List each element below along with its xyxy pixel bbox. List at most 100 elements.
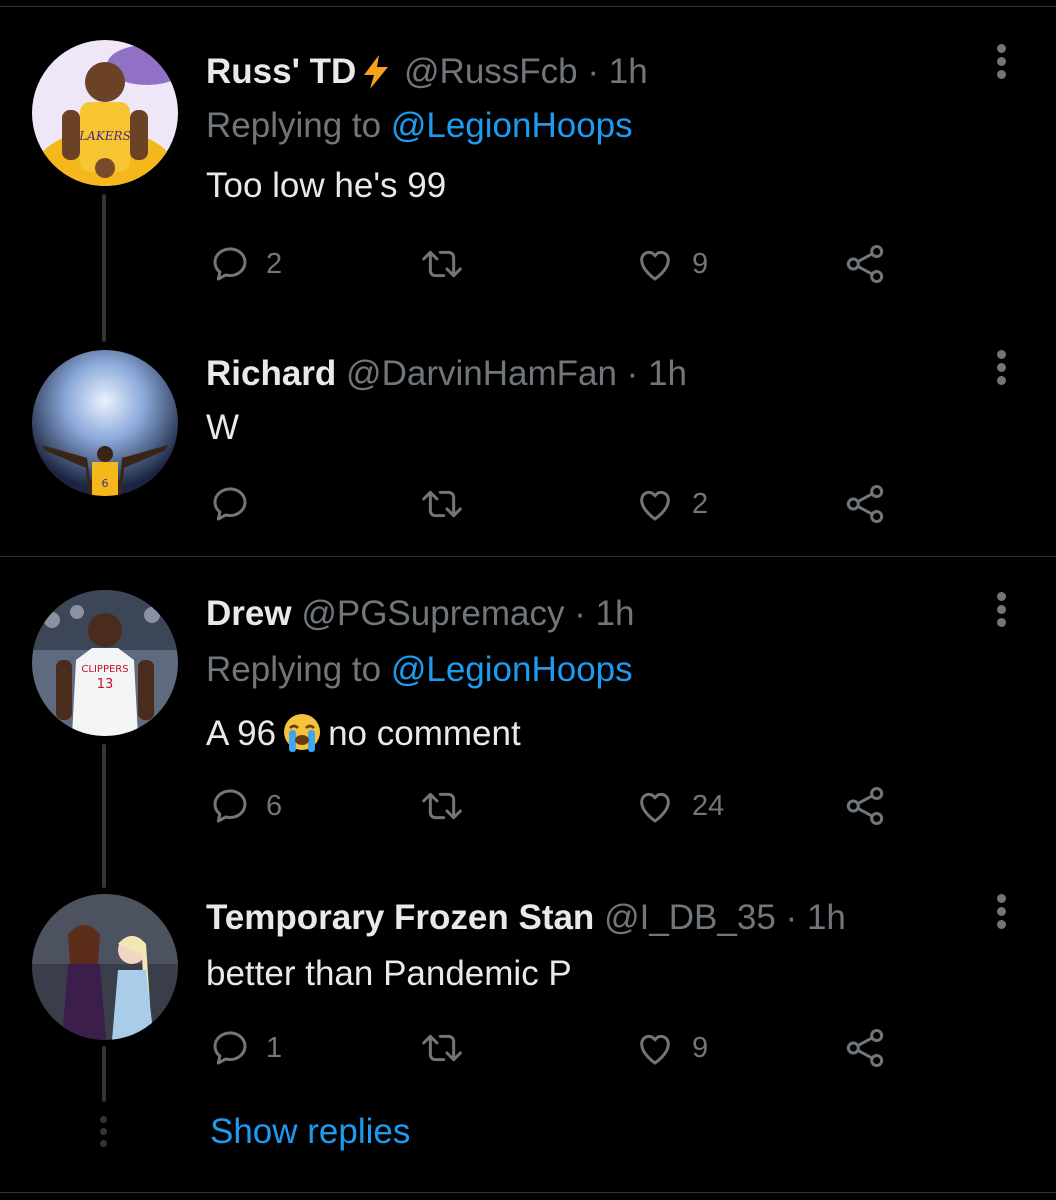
avatar-image-clippers: CLIPPERS 13 (32, 590, 178, 736)
tweet-header: Temporary Frozen Stan @I_DB_35 · 1h (206, 898, 846, 938)
reply-button[interactable] (210, 484, 266, 524)
reply-count: 2 (266, 248, 283, 280)
reply-icon (213, 247, 247, 281)
thread-divider (0, 556, 1056, 557)
thread-ellipsis-dot (100, 1116, 107, 1123)
share-button[interactable] (842, 786, 888, 826)
tweet-header: Drew @PGSupremacy · 1h (206, 594, 635, 634)
more-dot-icon (997, 907, 1006, 916)
display-name[interactable]: Russ' TD (206, 52, 356, 91)
more-dot-icon (997, 894, 1006, 903)
show-replies-link[interactable]: Show replies (210, 1110, 410, 1154)
tweet[interactable]: Drew @PGSupremacy · 1h Replying to @Legi… (206, 594, 946, 834)
tweet-text: W (206, 408, 240, 447)
share-icon (846, 787, 884, 825)
user-handle[interactable]: @RussFcb (404, 52, 578, 91)
heart-icon (640, 1034, 670, 1065)
like-button[interactable]: 9 (634, 244, 708, 284)
more-dot-icon (997, 605, 1006, 614)
avatar-image-lakers: LAKERS (32, 40, 178, 186)
tweet[interactable]: Temporary Frozen Stan @I_DB_35 · 1h bett… (206, 898, 946, 998)
like-count: 9 (692, 248, 709, 280)
reply-count: 6 (266, 790, 283, 822)
more-dot-icon (997, 920, 1006, 929)
retweet-button[interactable] (416, 244, 484, 284)
reply-button[interactable]: 1 (210, 1028, 282, 1068)
more-options-button[interactable] (990, 592, 1014, 632)
like-count: 9 (692, 1032, 709, 1064)
like-button[interactable]: 2 (634, 484, 708, 524)
separator-dot: · (785, 898, 798, 937)
display-name[interactable]: Drew (206, 594, 292, 633)
like-count: 24 (692, 790, 725, 822)
display-name[interactable]: Richard (206, 354, 336, 393)
user-handle[interactable]: @I_DB_35 (604, 898, 776, 937)
reply-button[interactable]: 6 (210, 786, 282, 826)
more-dot-icon (997, 70, 1006, 79)
thread-ellipsis-dot (100, 1128, 107, 1135)
top-divider (0, 6, 1056, 7)
like-button[interactable]: 24 (634, 786, 724, 826)
reply-icon (213, 789, 247, 823)
display-name[interactable]: Temporary Frozen Stan (206, 898, 594, 937)
mention-link[interactable]: @LegionHoops (391, 106, 633, 145)
reply-icon (213, 1031, 247, 1065)
avatar[interactable]: 6 (32, 350, 178, 496)
retweet-button[interactable] (416, 1028, 484, 1068)
more-options-button[interactable] (990, 894, 1014, 934)
user-handle[interactable]: @DarvinHamFan (346, 354, 617, 393)
separator-dot: · (626, 354, 639, 393)
user-handle[interactable]: @PGSupremacy (301, 594, 564, 633)
more-dot-icon (997, 44, 1006, 53)
svg-text:13: 13 (97, 677, 114, 692)
more-options-button[interactable] (990, 350, 1014, 390)
replying-to: Replying to @LegionHoops (206, 650, 633, 690)
tweet-text: Too low he's 99 (206, 166, 447, 205)
more-dot-icon (997, 376, 1006, 385)
timestamp[interactable]: 1h (609, 52, 648, 91)
avatar[interactable] (32, 894, 178, 1040)
more-options-button[interactable] (990, 44, 1014, 84)
like-count: 2 (692, 488, 709, 520)
tweet-text-part: no comment (328, 714, 521, 753)
thread-line (102, 1046, 106, 1102)
share-button[interactable] (842, 244, 888, 284)
svg-text:CLIPPERS: CLIPPERS (81, 664, 128, 675)
reply-button[interactable]: 2 (210, 244, 282, 284)
like-button[interactable]: 9 (634, 1028, 708, 1068)
retweet-button[interactable] (416, 484, 484, 524)
timestamp[interactable]: 1h (807, 898, 846, 937)
thread-ellipsis-dot (100, 1140, 107, 1147)
heart-icon (640, 490, 670, 521)
avatar-image-player: 6 (32, 350, 178, 496)
bottom-divider (0, 1192, 1056, 1193)
tweet[interactable]: Russ' TD @RussFcb · 1h Replying to @Legi… (206, 52, 946, 292)
tweet-text: better than Pandemic P (206, 954, 572, 993)
tweet-text: A 96 no comment (206, 712, 521, 761)
share-button[interactable] (842, 1028, 888, 1068)
share-icon (846, 1029, 884, 1067)
timestamp[interactable]: 1h (648, 354, 687, 393)
reply-count: 1 (266, 1032, 283, 1064)
svg-text:6: 6 (102, 477, 109, 490)
tweet[interactable]: Richard @DarvinHamFan · 1h W (206, 354, 946, 454)
retweet-icon (422, 490, 462, 518)
thread-line (102, 194, 106, 342)
retweet-icon (422, 250, 462, 278)
reply-thread: LAKERS Russ' TD @RussFcb · 1h Replying t… (0, 0, 1056, 1200)
thread-line (102, 744, 106, 888)
retweet-icon (422, 792, 462, 820)
heart-icon (640, 792, 670, 823)
tweet-header: Richard @DarvinHamFan · 1h (206, 354, 687, 394)
avatar[interactable]: LAKERS (32, 40, 178, 186)
more-dot-icon (997, 57, 1006, 66)
reply-icon (213, 487, 247, 521)
mention-link[interactable]: @LegionHoops (391, 650, 633, 689)
share-button[interactable] (842, 484, 888, 524)
retweet-button[interactable] (416, 786, 484, 826)
separator-dot: · (574, 594, 586, 633)
more-dot-icon (997, 618, 1006, 627)
avatar[interactable]: CLIPPERS 13 (32, 590, 178, 736)
retweet-icon (422, 1034, 462, 1062)
timestamp[interactable]: 1h (596, 594, 635, 633)
